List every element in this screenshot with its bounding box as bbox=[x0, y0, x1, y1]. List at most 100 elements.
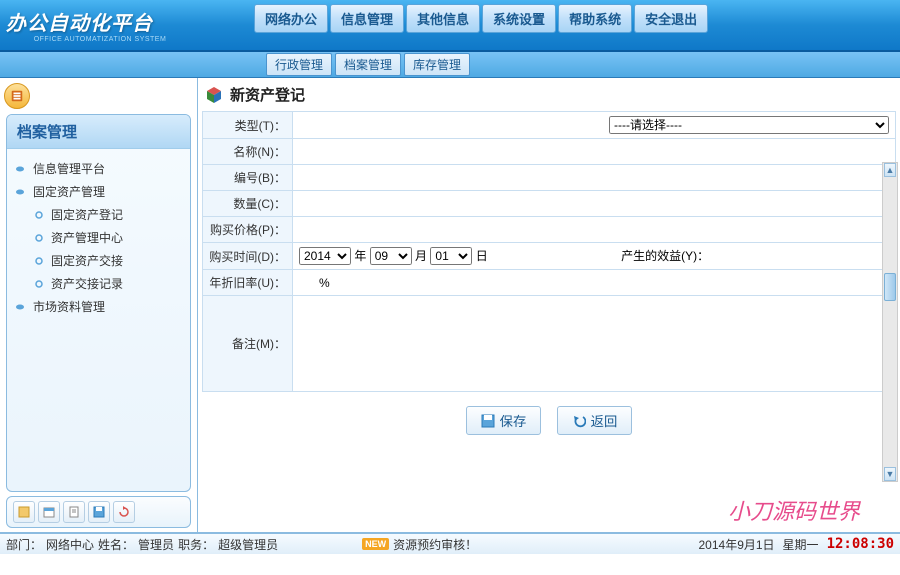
sidebar-header: 档案管理 bbox=[7, 115, 190, 149]
dep-suffix: % bbox=[319, 276, 330, 290]
dot-icon bbox=[33, 279, 47, 289]
dot-icon bbox=[33, 233, 47, 243]
save-button[interactable]: 保存 bbox=[466, 406, 542, 435]
tree-label: 资产交接记录 bbox=[51, 275, 123, 292]
save-label: 保存 bbox=[500, 411, 527, 430]
sidebar-tree: 信息管理平台 固定资产管理 固定资产登记 资产管理中心 固定资产交接 资产交接记… bbox=[7, 149, 190, 326]
status-right: 2014年9月1日 星期一 12:08:30 bbox=[699, 536, 895, 553]
scrollbar[interactable]: ▲ ▼ bbox=[882, 162, 898, 482]
date-label: 购买时间(D)： bbox=[203, 243, 293, 270]
memo-field bbox=[293, 296, 896, 392]
price-label: 购买价格(P)： bbox=[203, 217, 293, 243]
notice-text[interactable]: 资源预约审核！ bbox=[393, 536, 477, 553]
topnav-network[interactable]: 网络办公 bbox=[254, 4, 328, 33]
top-banner: 办公自动化平台 OFFICE AUTOMATIZATION SYSTEM 网络办… bbox=[0, 0, 900, 52]
type-select[interactable]: ----请选择---- bbox=[609, 116, 889, 134]
type-label: 类型(T)： bbox=[203, 112, 293, 139]
tree-asset-center[interactable]: 资产管理中心 bbox=[13, 226, 184, 249]
sidebar-toggle-icon[interactable] bbox=[4, 83, 30, 109]
cube-icon bbox=[204, 85, 224, 105]
name-label: 姓名： bbox=[98, 536, 134, 553]
year-select[interactable]: 2014 bbox=[299, 247, 351, 265]
status-clock: 12:08:30 bbox=[827, 536, 894, 552]
code-field[interactable] bbox=[293, 165, 896, 191]
dept-label: 部门： bbox=[6, 536, 42, 553]
tree-label: 市场资料管理 bbox=[33, 298, 105, 315]
benefit-label: 产生的效益(Y)： bbox=[621, 249, 709, 263]
doc-icon bbox=[67, 505, 81, 519]
tree-asset-register[interactable]: 固定资产登记 bbox=[13, 203, 184, 226]
memo-label: 备注(M)： bbox=[203, 296, 293, 392]
role-value: 超级管理员 bbox=[218, 536, 278, 553]
page-title-row: 新资产登记 bbox=[202, 80, 896, 111]
app-subtitle: OFFICE AUTOMATIZATION SYSTEM bbox=[6, 36, 194, 43]
year-suffix: 年 bbox=[354, 249, 366, 263]
dep-field[interactable]: % bbox=[293, 270, 896, 296]
tb-btn-1[interactable] bbox=[13, 501, 35, 523]
tree-asset-transfer[interactable]: 固定资产交接 bbox=[13, 249, 184, 272]
status-bar: 部门： 网络中心 姓名： 管理员 职务： 超级管理员 NEW 资源预约审核！ 2… bbox=[0, 532, 900, 554]
price-field[interactable] bbox=[293, 217, 896, 243]
name-field[interactable] bbox=[293, 139, 896, 165]
sidebar-toolbar bbox=[6, 496, 191, 528]
note-icon bbox=[17, 505, 31, 519]
day-select[interactable]: 01 bbox=[430, 247, 472, 265]
sub-nav: 行政管理 档案管理 库存管理 bbox=[0, 52, 900, 78]
scroll-thumb[interactable] bbox=[884, 273, 896, 301]
tree-info-platform[interactable]: 信息管理平台 bbox=[13, 157, 184, 180]
month-suffix: 月 bbox=[415, 249, 427, 263]
tree-transfer-log[interactable]: 资产交接记录 bbox=[13, 272, 184, 295]
topnav-other[interactable]: 其他信息 bbox=[406, 4, 480, 33]
status-date: 2014年9月1日 bbox=[699, 536, 775, 553]
calendar-icon bbox=[42, 505, 56, 519]
new-badge: NEW bbox=[362, 538, 389, 550]
tree-label: 固定资产登记 bbox=[51, 206, 123, 223]
scroll-down-icon[interactable]: ▼ bbox=[884, 467, 896, 481]
back-icon bbox=[572, 414, 586, 428]
tb-btn-4[interactable] bbox=[88, 501, 110, 523]
scroll-up-icon[interactable]: ▲ bbox=[884, 163, 896, 177]
button-row: 保存 返回 bbox=[202, 392, 896, 449]
save-icon bbox=[481, 414, 495, 428]
tree-label: 固定资产管理 bbox=[33, 183, 105, 200]
sidebar-panel: 档案管理 信息管理平台 固定资产管理 固定资产登记 资产管理中心 固定资产交接 … bbox=[6, 114, 191, 492]
subnav-admin[interactable]: 行政管理 bbox=[266, 53, 332, 76]
topnav-exit[interactable]: 安全退出 bbox=[634, 4, 708, 33]
month-select[interactable]: 09 bbox=[370, 247, 412, 265]
type-field: ----请选择---- bbox=[293, 112, 896, 139]
tree-label: 信息管理平台 bbox=[33, 160, 105, 177]
qty-label: 数量(C)： bbox=[203, 191, 293, 217]
sidebar-top bbox=[0, 78, 197, 114]
tb-btn-5[interactable] bbox=[113, 501, 135, 523]
qty-field[interactable] bbox=[293, 191, 896, 217]
subnav-archive[interactable]: 档案管理 bbox=[335, 53, 401, 76]
bullet-icon bbox=[15, 164, 29, 174]
topnav-info[interactable]: 信息管理 bbox=[330, 4, 404, 33]
sidebar: 档案管理 信息管理平台 固定资产管理 固定资产登记 资产管理中心 固定资产交接 … bbox=[0, 78, 198, 532]
refresh-icon bbox=[117, 505, 131, 519]
watermark: 小刀源码世界 bbox=[728, 494, 860, 526]
tree-asset-mgmt[interactable]: 固定资产管理 bbox=[13, 180, 184, 203]
tree-label: 固定资产交接 bbox=[51, 252, 123, 269]
disk-icon bbox=[92, 505, 106, 519]
topnav-settings[interactable]: 系统设置 bbox=[482, 4, 556, 33]
logo: 办公自动化平台 OFFICE AUTOMATIZATION SYSTEM bbox=[6, 3, 194, 47]
day-suffix: 日 bbox=[476, 249, 488, 263]
back-button[interactable]: 返回 bbox=[557, 406, 633, 435]
name-value: 管理员 bbox=[138, 536, 174, 553]
app-title: 办公自动化平台 bbox=[6, 7, 194, 36]
memo-textarea[interactable] bbox=[299, 300, 889, 384]
tree-market-docs[interactable]: 市场资料管理 bbox=[13, 295, 184, 318]
page-title: 新资产登记 bbox=[230, 84, 305, 105]
dot-icon bbox=[33, 256, 47, 266]
tb-btn-3[interactable] bbox=[63, 501, 85, 523]
date-field: 2014 年 09 月 01 日 产生的效益(Y)： bbox=[293, 243, 896, 270]
role-label: 职务： bbox=[178, 536, 214, 553]
tb-btn-2[interactable] bbox=[38, 501, 60, 523]
tree-label: 资产管理中心 bbox=[51, 229, 123, 246]
main: 档案管理 信息管理平台 固定资产管理 固定资产登记 资产管理中心 固定资产交接 … bbox=[0, 78, 900, 532]
back-label: 返回 bbox=[591, 411, 618, 430]
subnav-stock[interactable]: 库存管理 bbox=[404, 53, 470, 76]
topnav-help[interactable]: 帮助系统 bbox=[558, 4, 632, 33]
name-label: 名称(N)： bbox=[203, 139, 293, 165]
